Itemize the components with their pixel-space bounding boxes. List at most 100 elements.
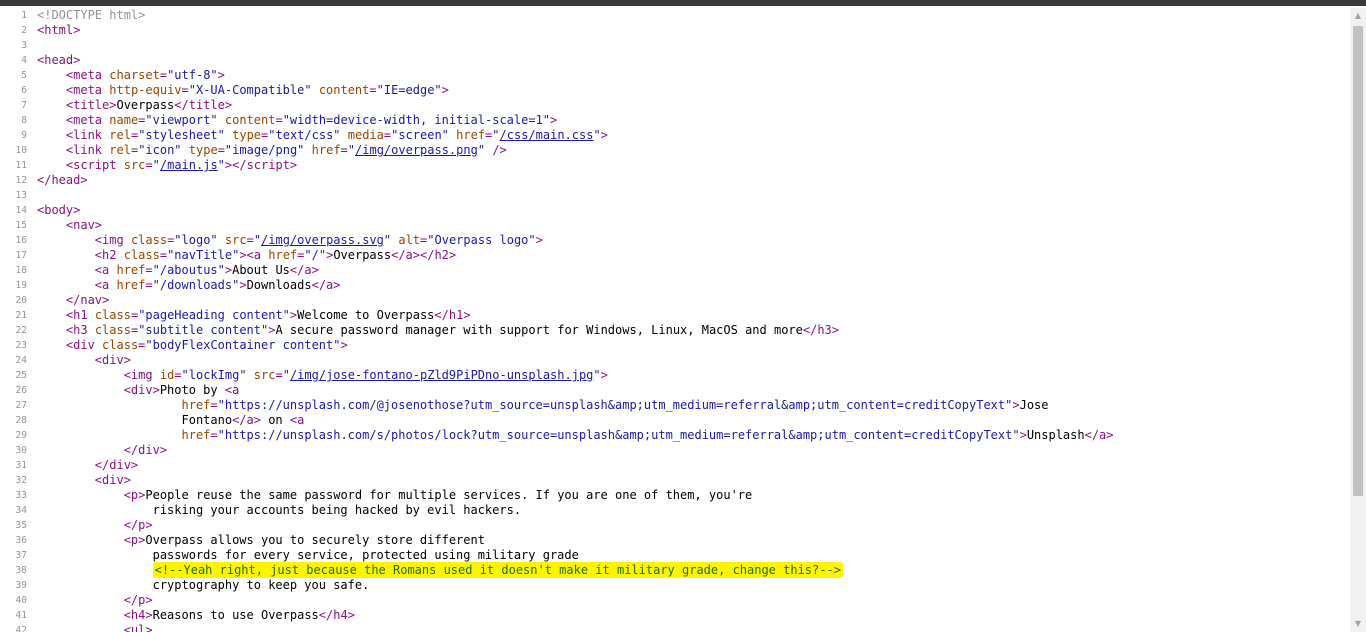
line-code: </p> xyxy=(123,593,153,607)
source-line: 33 <p>People reuse the same password for… xyxy=(0,488,1350,503)
line-code: </div> xyxy=(123,443,168,457)
scroll-down-arrow-icon[interactable]: ▼ xyxy=(1350,616,1366,632)
line-number: 37 xyxy=(15,550,27,561)
source-line: 16 <img class="logo" src="/img/overpass.… xyxy=(0,233,1350,248)
line-number: 12 xyxy=(15,175,27,186)
source-line: 6 <meta http-equiv="X-UA-Compatible" con… xyxy=(0,83,1350,98)
line-number: 30 xyxy=(15,445,27,456)
view-source-panel[interactable]: 1 <!DOCTYPE html> 2 <html> 3 4 <head> 5 <meta c… xyxy=(0,8,1350,632)
line-code: <h1 class="pageHeading content">Welcome … xyxy=(65,308,471,322)
line-number: 26 xyxy=(15,385,27,396)
line-code: <link rel="stylesheet" type="text/css" m… xyxy=(65,128,608,142)
vertical-scrollbar[interactable]: ▲ ▼ xyxy=(1350,8,1366,632)
source-line: 2 <html> xyxy=(0,23,1350,38)
source-line: 10 <link rel="icon" type="image/png" hre… xyxy=(0,143,1350,158)
line-number: 34 xyxy=(15,505,27,516)
source-line: 28 Fontano</a> on <a xyxy=(0,413,1350,428)
line-number: 4 xyxy=(21,55,27,66)
line-code: <link rel="icon" type="image/png" href="… xyxy=(65,143,507,157)
line-code: <h2 class="navTitle"><a href="/">Overpas… xyxy=(94,248,457,262)
line-number: 40 xyxy=(15,595,27,606)
line-number: 3 xyxy=(21,40,27,51)
source-line: 29 href="https://unsplash.com/s/photos/l… xyxy=(0,428,1350,443)
scrollbar-thumb[interactable] xyxy=(1353,26,1363,496)
line-number: 10 xyxy=(15,145,27,156)
line-number: 19 xyxy=(15,280,27,291)
line-code: <body> xyxy=(37,203,81,217)
line-code: <img class="logo" src="/img/overpass.svg… xyxy=(94,233,543,247)
source-link[interactable]: /img/overpass.svg xyxy=(261,233,384,247)
source-line: 1 <!DOCTYPE html> xyxy=(0,8,1350,23)
line-number: 20 xyxy=(15,295,27,306)
line-code: </div> xyxy=(94,458,139,472)
source-line: 21 <h1 class="pageHeading content">Welco… xyxy=(0,308,1350,323)
source-line: 25 <img id="lockImg" src="/img/jose-font… xyxy=(0,368,1350,383)
line-code: <head> xyxy=(37,53,81,67)
source-line: 19 <a href="/downloads">Downloads</a> xyxy=(0,278,1350,293)
source-link[interactable]: /main.js xyxy=(160,158,218,172)
source-line: 35 </p> xyxy=(0,518,1350,533)
line-number: 16 xyxy=(15,235,27,246)
source-link[interactable]: /img/jose-fontano-pZld9PiPDno-unsplash.j… xyxy=(290,368,593,382)
line-code: <p>Overpass allows you to securely store… xyxy=(123,533,485,547)
line-number: 6 xyxy=(21,85,27,96)
line-code: <div> xyxy=(94,353,131,367)
line-code: <p>People reuse the same password for mu… xyxy=(123,488,753,502)
line-number: 13 xyxy=(15,190,27,201)
source-line: 11 <script src="/main.js"></script> xyxy=(0,158,1350,173)
line-code: <script src="/main.js"></script> xyxy=(65,158,298,172)
line-code: risking your accounts being hacked by ev… xyxy=(37,503,522,517)
line-number: 39 xyxy=(15,580,27,591)
line-code: <a href="/downloads">Downloads</a> xyxy=(94,278,341,292)
line-code: <html> xyxy=(37,23,81,37)
line-code: <meta name="viewport" content="width=dev… xyxy=(65,113,558,127)
line-number: 41 xyxy=(15,610,27,621)
line-code: <h4>Reasons to use Overpass</h4> xyxy=(123,608,355,622)
line-code: </head> xyxy=(37,173,88,187)
line-number: 29 xyxy=(15,430,27,441)
source-link[interactable]: /img/overpass.png xyxy=(355,143,478,157)
line-number: 21 xyxy=(15,310,27,321)
source-line: 7 <title>Overpass</title> xyxy=(0,98,1350,113)
source-line: 15 <nav> xyxy=(0,218,1350,233)
source-line: 8 <meta name="viewport" content="width=d… xyxy=(0,113,1350,128)
source-line: 27 href="https://unsplash.com/@josenotho… xyxy=(0,398,1350,413)
source-line: 31 </div> xyxy=(0,458,1350,473)
source-line: 13 xyxy=(0,188,1350,203)
line-number: 5 xyxy=(21,70,27,81)
browser-top-bar xyxy=(0,0,1366,6)
line-code: href="https://unsplash.com/@josenothose?… xyxy=(181,398,1049,412)
source-link[interactable]: /css/main.css xyxy=(500,128,594,142)
source-line: 4 <head> xyxy=(0,53,1350,68)
source-line: 41 <h4>Reasons to use Overpass</h4> xyxy=(0,608,1350,623)
line-code: <title>Overpass</title> xyxy=(65,98,233,112)
line-number: 28 xyxy=(15,415,27,426)
source-line: 26 <div>Photo by <a xyxy=(0,383,1350,398)
line-number: 38 xyxy=(15,565,27,576)
line-code: <!DOCTYPE html> xyxy=(37,8,146,22)
line-number: 7 xyxy=(21,100,27,111)
line-code: <ul> xyxy=(123,623,153,632)
source-line: 36 <p>Overpass allows you to securely st… xyxy=(0,533,1350,548)
source-line: 12 </head> xyxy=(0,173,1350,188)
line-number: 32 xyxy=(15,475,27,486)
line-number: 18 xyxy=(15,265,27,276)
line-number: 25 xyxy=(15,370,27,381)
line-code: <div>Photo by <a xyxy=(123,383,240,397)
line-code: <div> xyxy=(94,473,131,487)
source-line: 42 <ul> xyxy=(0,623,1350,632)
line-number: 14 xyxy=(15,205,27,216)
source-line: 23 <div class="bodyFlexContainer content… xyxy=(0,338,1350,353)
line-code: cryptography to keep you safe. xyxy=(37,578,370,592)
source-line: 39 cryptography to keep you safe. xyxy=(0,578,1350,593)
line-code: <!--Yeah right, just because the Romans … xyxy=(37,562,843,578)
source-line: 14 <body> xyxy=(0,203,1350,218)
line-code: <h3 class="subtitle content">A secure pa… xyxy=(65,323,839,337)
line-number: 17 xyxy=(15,250,27,261)
line-number: 1 xyxy=(21,10,27,21)
line-number: 27 xyxy=(15,400,27,411)
source-line: 34 risking your accounts being hacked by… xyxy=(0,503,1350,518)
line-number: 35 xyxy=(15,520,27,531)
scroll-up-arrow-icon[interactable]: ▲ xyxy=(1350,8,1366,24)
line-number: 24 xyxy=(15,355,27,366)
